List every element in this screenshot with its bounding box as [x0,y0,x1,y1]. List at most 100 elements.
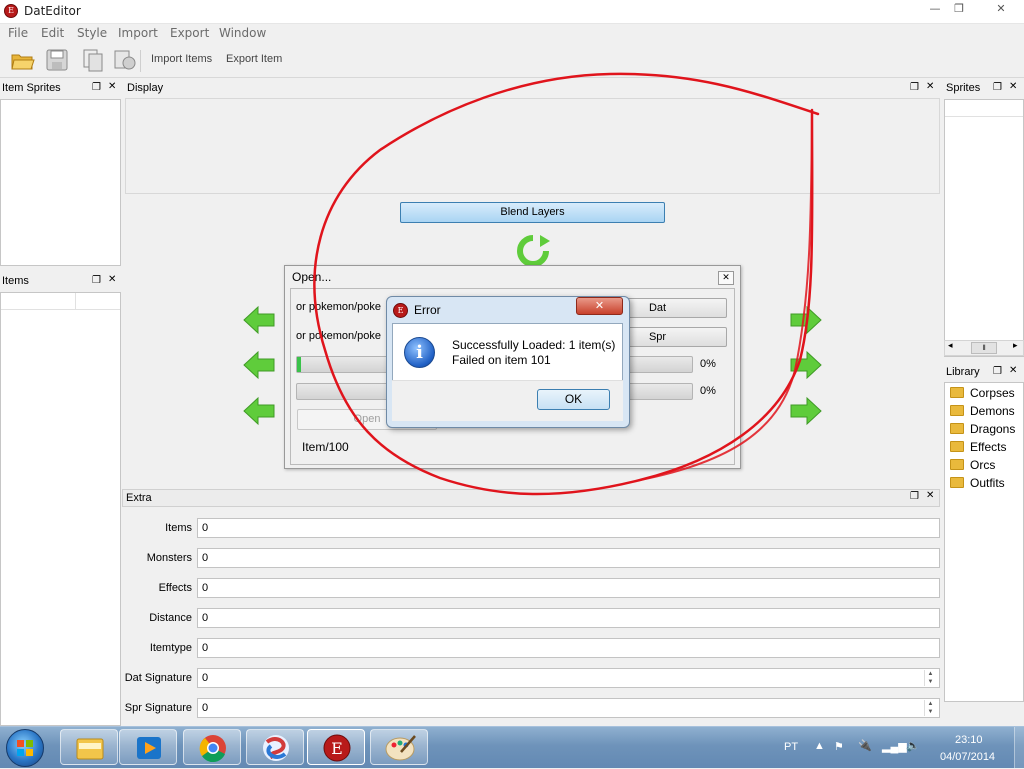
library-item-label: Demons [970,404,1015,418]
library-item[interactable]: Effects [950,440,1006,454]
menu-window[interactable]: Window [219,26,266,40]
library-item-label: Dragons [970,422,1016,436]
taskbar-chrome[interactable] [183,729,241,765]
taskbar-paint[interactable] [370,729,428,765]
float-icon[interactable]: ❐ [92,275,101,286]
volume-icon[interactable]: 🔈 [906,739,920,752]
taskbar-explorer[interactable] [60,729,118,765]
sprites-scrollbar[interactable]: ◂ ⦀ ▸ [944,340,1024,356]
error-close-button[interactable]: ✕ [576,297,623,315]
close-icon[interactable]: ✕ [926,81,934,92]
display-title: Display [127,82,164,94]
items-list[interactable] [0,292,121,726]
toolbar-separator [140,50,141,72]
library-item[interactable]: Corpses [950,386,1015,400]
effects-count-field[interactable]: 0 [197,578,940,598]
error-dialog-title: Error [414,303,441,317]
close-icon[interactable]: ✕ [1009,81,1017,92]
menu-file[interactable]: File [8,26,28,40]
close-icon[interactable]: ✕ [1009,365,1017,376]
library-item[interactable]: Outfits [950,476,1005,490]
open-folder-icon[interactable] [10,47,36,73]
arrow-left-icon[interactable] [242,305,276,335]
menu-import[interactable]: Import [118,26,158,40]
import-items-button[interactable]: Import Items [151,53,212,65]
item-sprites-dock-title: Item Sprites [0,80,121,98]
open-dialog-close-button[interactable]: ✕ [718,271,734,285]
save-icon[interactable] [44,47,70,73]
menu-style[interactable]: Style [77,26,107,40]
open-dialog-title: Open... [292,270,332,284]
clock-date[interactable]: 04/07/2014 [940,751,995,763]
compile-icon[interactable] [112,47,138,73]
close-icon[interactable]: ✕ [108,274,116,285]
effects-count-label: Effects [158,582,192,594]
items-list-header [1,293,120,310]
show-desktop-button[interactable] [1014,727,1024,768]
close-button[interactable]: ✕ [984,0,1018,20]
extra-title: Extra [126,492,152,504]
spinner-icon[interactable]: ▲ ▼ [924,700,936,716]
close-icon[interactable]: ✕ [926,490,934,501]
folder-icon [950,441,964,452]
network-signal-icon[interactable]: ▂▄▆ [882,740,907,753]
float-icon[interactable]: ❐ [993,82,1002,93]
distance-count-field[interactable]: 0 [197,608,940,628]
dat-signature-field[interactable]: 0 ▲ ▼ [197,668,940,688]
refresh-icon[interactable] [514,233,552,269]
media-player-icon [137,737,161,759]
language-indicator[interactable]: PT [784,741,798,753]
items-dock-title: Items [0,273,121,291]
arrow-left-icon[interactable] [242,350,276,380]
arrow-right-icon[interactable] [789,396,823,426]
taskbar-app[interactable] [246,729,304,765]
arrow-right-icon[interactable] [789,350,823,380]
items-count-label: Items [165,522,192,534]
menu-export[interactable]: Export [170,26,209,40]
maximize-button[interactable]: ❐ [944,0,974,20]
spr-progress-percent: 0% [700,385,716,397]
copy-icon[interactable] [80,47,106,73]
taskbar-dateditor[interactable]: E [307,729,365,765]
dat-path-field[interactable]: or pokemon/poke [294,298,394,318]
float-icon[interactable]: ❐ [993,366,1002,377]
arrow-left-icon[interactable] [242,396,276,426]
start-button[interactable] [6,729,44,767]
close-icon[interactable]: ✕ [108,81,116,92]
float-icon[interactable]: ❐ [92,82,101,93]
export-item-button[interactable]: Export Item [226,53,282,65]
spr-signature-field[interactable]: 0 ▲ ▼ [197,698,940,718]
clock-time[interactable]: 23:10 [955,734,983,746]
spinner-icon[interactable]: ▲ ▼ [924,670,936,686]
sprites-title: Sprites [946,82,981,94]
windows-logo-icon [17,740,33,756]
flag-icon[interactable]: ⚑ [834,740,844,753]
scroll-left-icon[interactable]: ◂ [948,341,953,351]
error-app-icon: E [393,303,408,318]
power-icon[interactable]: 🔌 [858,739,872,752]
arrow-right-icon[interactable] [789,305,823,335]
show-hidden-icons-icon[interactable]: ▲ [814,740,825,752]
spr-path-field[interactable]: or pokemon/poke [294,327,394,347]
float-icon[interactable]: ❐ [910,82,919,93]
scroll-right-icon[interactable]: ▸ [1013,341,1018,351]
library-item[interactable]: Demons [950,404,1015,418]
blend-layers-button[interactable]: Blend Layers [400,202,665,223]
taskbar-media-player[interactable] [119,729,177,765]
folder-icon [76,738,104,760]
info-icon: i [404,337,435,368]
items-count-field[interactable]: 0 [197,518,940,538]
chrome-icon [199,735,226,763]
scroll-thumb[interactable]: ⦀ [971,342,997,354]
items-col-1 [1,293,76,309]
monsters-count-field[interactable]: 0 [197,548,940,568]
sprites-panel [944,99,1024,357]
ok-button[interactable]: OK [537,389,610,410]
distance-count-label: Distance [149,612,192,624]
float-icon[interactable]: ❐ [910,491,919,502]
itemtype-field[interactable]: 0 [197,638,940,658]
menu-edit[interactable]: Edit [41,26,64,40]
library-item[interactable]: Orcs [950,458,995,472]
library-item[interactable]: Dragons [950,422,1015,436]
sprites-header [945,100,1023,117]
